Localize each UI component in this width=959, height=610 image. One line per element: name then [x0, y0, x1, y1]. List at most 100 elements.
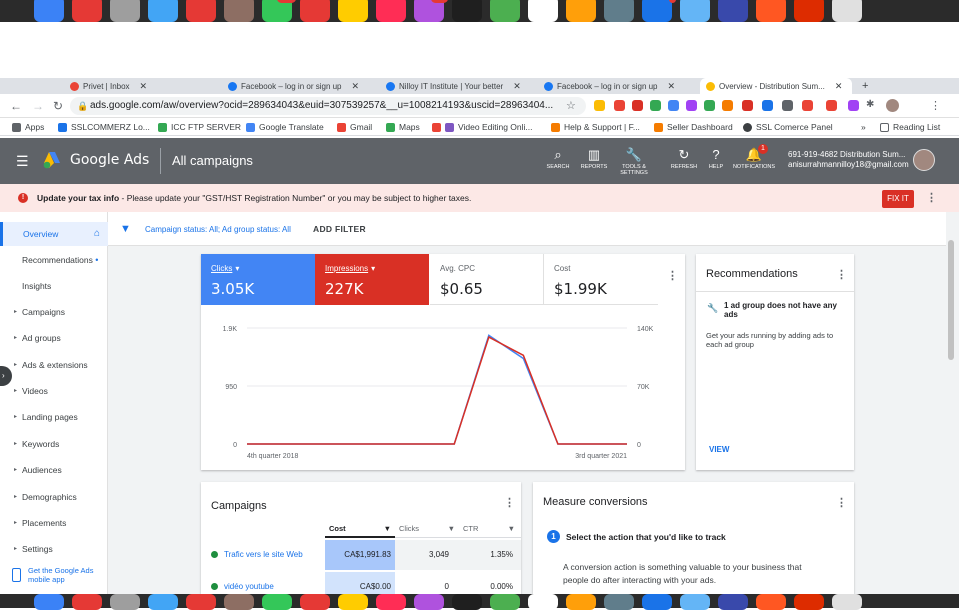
browser-tab[interactable]: Nilloy IT Institute | Your better ✕ — [386, 78, 536, 94]
bookmark-apps[interactable]: Apps — [12, 122, 44, 132]
close-tab-icon[interactable]: ✕ — [140, 81, 148, 92]
bookmark-item[interactable]: ICC FTP SERVER — [158, 122, 241, 132]
dock-app-icon[interactable] — [490, 0, 520, 22]
close-tab-icon[interactable]: ✕ — [352, 81, 360, 92]
extension-icon[interactable] — [742, 100, 753, 111]
sidebar-item-videos[interactable]: ▸ Videos — [0, 379, 108, 403]
extension-icon[interactable] — [632, 100, 643, 111]
metric-cost[interactable]: Cost $1.99K — [544, 254, 658, 305]
metric-avg-cpc[interactable]: Avg. CPC $0.65 — [430, 254, 544, 305]
dock-app-icon[interactable] — [110, 0, 140, 22]
recommendations-more-icon[interactable]: ⋮ — [836, 268, 847, 281]
account-avatar[interactable] — [913, 149, 935, 171]
dock-app-icon[interactable]: 4 — [642, 0, 676, 22]
dock-app-icon[interactable] — [566, 0, 596, 22]
filter-funnel-icon[interactable]: ▼ — [120, 223, 131, 235]
more-bookmarks-button[interactable]: » — [861, 122, 866, 132]
sidebar-item-insights[interactable]: Insights — [0, 274, 108, 298]
extension-icon[interactable] — [668, 100, 679, 111]
close-tab-icon[interactable]: ✕ — [513, 81, 521, 92]
bookmark-item[interactable]: Video Editing Onli... — [432, 122, 533, 132]
dropdown-arrow-icon[interactable]: ▾ — [235, 264, 239, 273]
hamburger-menu-icon[interactable]: ☰ — [16, 153, 29, 170]
sidebar-item-placements[interactable]: ▸ Placements — [0, 511, 108, 535]
reading-list-button[interactable]: Reading List — [880, 122, 940, 132]
dock-app-icon[interactable] — [224, 0, 254, 22]
dock-app-icon[interactable] — [376, 0, 406, 22]
scrollbar-thumb[interactable] — [948, 240, 954, 360]
notifications-button[interactable]: 🔔 NOTIFICATIONS 1 — [729, 144, 779, 170]
add-filter-button[interactable]: ADD FILTER — [313, 224, 366, 234]
dock-app-icon[interactable]: 2,474 — [262, 0, 296, 22]
address-bar[interactable]: 🔒 ads.google.com/aw/overview?ocid=289634… — [70, 97, 586, 115]
fix-it-button[interactable]: FIX IT — [882, 190, 914, 208]
filter-status-text[interactable]: Campaign status: All; Ad group status: A… — [145, 225, 291, 234]
dock-app-icon[interactable] — [148, 0, 178, 22]
sidebar-item-campaigns[interactable]: ▸ Campaigns — [0, 300, 108, 324]
bookmark-item[interactable]: Google Translate — [246, 122, 324, 132]
bookmark-item[interactable]: Maps — [386, 122, 420, 132]
bookmark-item[interactable]: Seller Dashboard — [654, 122, 733, 132]
dock-app-icon[interactable] — [528, 0, 558, 22]
dock-app-icon[interactable]: AUG — [414, 0, 448, 22]
dropdown-arrow-icon[interactable]: ▾ — [371, 264, 375, 273]
reload-icon[interactable]: ↻ — [53, 99, 63, 113]
bookmark-item[interactable]: SSL Comerce Panel — [743, 122, 833, 132]
dock-app-icon[interactable] — [452, 0, 482, 22]
bookmark-star-icon[interactable]: ☆ — [566, 99, 576, 112]
dock-app-icon[interactable] — [718, 0, 748, 22]
dock-app-icon[interactable] — [680, 0, 710, 22]
dock-app-icon[interactable] — [756, 0, 786, 22]
column-header-cost[interactable]: Cost ▼ — [325, 520, 395, 538]
dock-app-icon[interactable] — [338, 0, 368, 22]
dock-app-icon[interactable] — [186, 0, 216, 22]
column-header-ctr[interactable]: CTR ▼ — [459, 520, 521, 538]
new-tab-button[interactable]: + — [862, 78, 876, 94]
extensions-puzzle-icon[interactable]: ✱ — [866, 99, 874, 110]
view-recommendation-button[interactable]: VIEW — [709, 445, 729, 454]
forward-icon[interactable]: → — [32, 99, 44, 113]
campaign-name-link[interactable]: vidéo youtube — [211, 572, 325, 594]
metric-impressions[interactable]: Impressions ▾ 227K — [315, 254, 429, 305]
sidebar-item-audiences[interactable]: ▸ Audiences — [0, 458, 108, 482]
dock-app-icon[interactable] — [34, 0, 64, 22]
sidebar-item-ad-groups[interactable]: ▸ Ad groups — [0, 326, 108, 350]
sidebar-item-keywords[interactable]: ▸ Keywords — [0, 432, 108, 456]
browser-tab[interactable]: Privet | Inbox ✕ — [70, 78, 220, 94]
extension-icon[interactable] — [614, 100, 625, 111]
measure-more-icon[interactable]: ⋮ — [836, 496, 847, 509]
extension-icon[interactable] — [782, 100, 793, 111]
extension-icon[interactable] — [826, 100, 837, 111]
dock-app-icon[interactable] — [794, 0, 824, 22]
extension-icon[interactable] — [704, 100, 715, 111]
sidebar-item-settings[interactable]: ▸ Settings — [0, 537, 108, 561]
account-info[interactable]: 691-919-4682 Distribution Sum... anisurr… — [788, 150, 909, 170]
dock-app-icon[interactable] — [604, 0, 634, 22]
tools-settings-button[interactable]: 🔧 TOOLS & SETTINGS — [609, 148, 659, 177]
bookmark-item[interactable]: Gmail — [337, 122, 372, 132]
browser-menu-icon[interactable]: ⋮ — [930, 99, 941, 112]
extension-icon[interactable] — [594, 100, 605, 111]
close-tab-icon[interactable]: ✕ — [668, 81, 676, 92]
profile-avatar[interactable] — [886, 99, 899, 112]
sidebar-item-ads-extensions[interactable]: ▸ Ads & extensions — [0, 353, 108, 377]
extension-icon[interactable] — [802, 100, 813, 111]
bookmark-item[interactable]: Help & Support | F... — [551, 122, 640, 132]
bookmark-item[interactable]: SSLCOMMERZ Lo... — [58, 122, 150, 132]
sidebar-item-overview[interactable]: Overview ⌂ — [0, 222, 108, 246]
browser-tab-active[interactable]: Overview - Distribution Sum... ✕ — [700, 78, 852, 94]
extension-icon[interactable] — [650, 100, 661, 111]
dock-app-icon[interactable] — [72, 0, 102, 22]
extension-icon[interactable] — [722, 100, 733, 111]
back-icon[interactable]: ← — [10, 99, 22, 113]
sidebar-item-recommendations[interactable]: Recommendations • — [0, 248, 108, 272]
extension-icon[interactable] — [686, 100, 697, 111]
campaign-name-link[interactable]: Trafic vers le site Web — [211, 540, 325, 570]
browser-tab[interactable]: Facebook – log in or sign up ✕ — [544, 78, 694, 94]
sidebar-item-demographics[interactable]: ▸ Demographics — [0, 485, 108, 509]
mobile-app-link[interactable]: Get the Google Ads mobile app — [12, 566, 108, 584]
column-header-clicks[interactable]: Clicks ▼ — [395, 520, 459, 538]
campaigns-more-icon[interactable]: ⋮ — [504, 496, 515, 509]
dock-app-icon[interactable] — [300, 0, 330, 22]
browser-tab[interactable]: Facebook – log in or sign up ✕ — [228, 78, 378, 94]
